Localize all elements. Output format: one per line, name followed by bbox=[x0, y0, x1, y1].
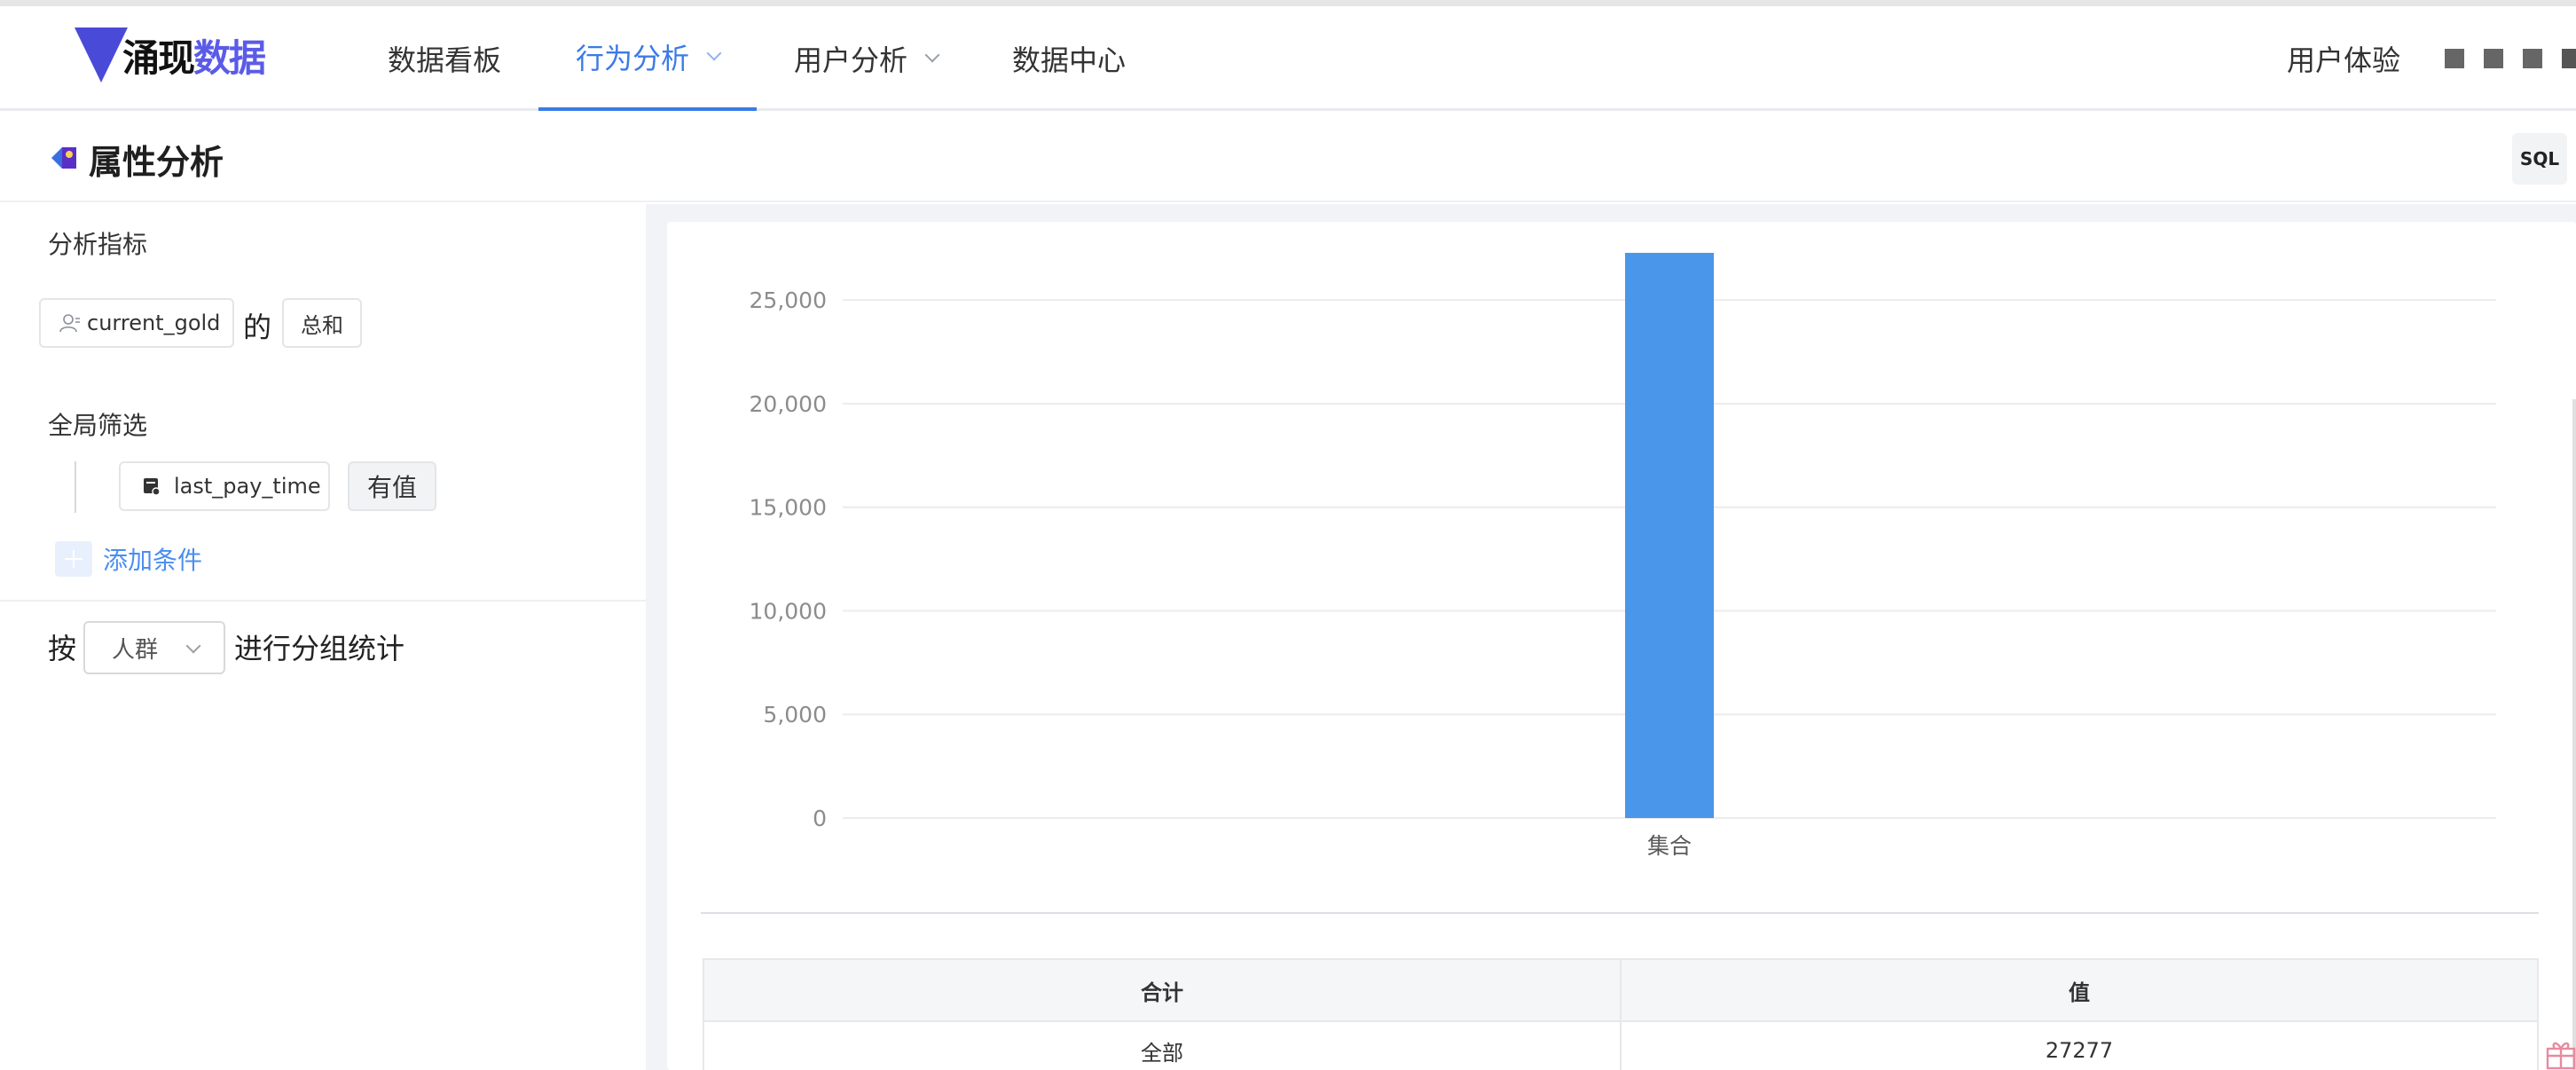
group-by-select[interactable]: 人群 bbox=[83, 621, 225, 674]
square-icon[interactable] bbox=[2445, 49, 2464, 68]
nav-behavior-analysis[interactable]: 行为分析 bbox=[538, 6, 758, 111]
attribute-tag-icon bbox=[51, 147, 76, 169]
app-logo[interactable]: 涌现数据 bbox=[75, 24, 266, 86]
bar-chart: 0 5,000 10,000 15,000 20,000 25,000 集合 bbox=[750, 253, 2496, 859]
top-header: 涌现数据 数据看板 行为分析 用户分析 数据中心 用户体验 bbox=[0, 6, 2576, 111]
metric-field-tag[interactable]: current_gold bbox=[39, 298, 234, 348]
logo-text: 涌现数据 bbox=[122, 35, 266, 80]
y-tick-label: 25,000 bbox=[750, 287, 827, 313]
square-icon[interactable] bbox=[2523, 49, 2542, 68]
nav-dashboard[interactable]: 数据看板 bbox=[350, 6, 538, 111]
filter-operator-tag[interactable]: 有值 bbox=[348, 461, 436, 511]
filter-group-line bbox=[75, 461, 76, 513]
header-right: 用户体验 bbox=[2287, 6, 2576, 111]
y-tick-label: 0 bbox=[813, 806, 827, 831]
table-header-cell: 值 bbox=[1620, 960, 2537, 1022]
y-tick-label: 10,000 bbox=[750, 598, 827, 624]
logo-v-mark bbox=[75, 28, 128, 83]
result-table: 合计 值 全部 27277 bbox=[703, 958, 2539, 1070]
chevron-down-icon bbox=[924, 47, 940, 63]
group-suffix-text: 进行分组统计 bbox=[234, 632, 405, 665]
main-nav: 数据看板 行为分析 用户分析 数据中心 bbox=[350, 6, 1163, 111]
page-title-bar: 属性分析 SQL bbox=[0, 114, 2576, 202]
square-icon[interactable] bbox=[2484, 49, 2503, 68]
table-header-row: 合计 值 bbox=[704, 960, 2537, 1022]
table-row: 全部 27277 bbox=[704, 1022, 2537, 1070]
filter-field-tag[interactable]: last_pay_time bbox=[119, 461, 330, 511]
metric-of-text: 的 bbox=[243, 311, 272, 344]
square-icon[interactable] bbox=[2562, 49, 2576, 68]
section-divider bbox=[0, 600, 646, 602]
user-attribute-icon bbox=[59, 314, 80, 333]
time-field-icon bbox=[144, 478, 161, 496]
plus-icon bbox=[55, 541, 92, 577]
y-tick-label: 20,000 bbox=[750, 391, 827, 417]
user-experience-link[interactable]: 用户体验 bbox=[2287, 38, 2400, 79]
nav-data-center[interactable]: 数据中心 bbox=[975, 6, 1163, 111]
gift-icon[interactable] bbox=[2546, 1036, 2576, 1070]
y-tick-label: 5,000 bbox=[763, 702, 827, 728]
metric-section-label: 分析指标 bbox=[48, 230, 148, 259]
filter-section-label: 全局筛选 bbox=[48, 411, 148, 440]
chevron-down-icon bbox=[185, 638, 201, 654]
chevron-down-icon bbox=[706, 45, 722, 61]
add-condition-button[interactable]: 添加条件 bbox=[55, 541, 202, 577]
y-tick-label: 15,000 bbox=[750, 495, 827, 521]
table-cell: 27277 bbox=[1620, 1022, 2537, 1070]
top-border bbox=[0, 0, 2576, 6]
sql-button[interactable]: SQL bbox=[2512, 133, 2567, 185]
table-cell: 全部 bbox=[704, 1022, 1620, 1070]
page-title: 属性分析 bbox=[89, 143, 224, 182]
table-header-cell: 合计 bbox=[704, 960, 1620, 1022]
aggregation-tag[interactable]: 总和 bbox=[282, 298, 362, 348]
group-prefix-text: 按 bbox=[48, 632, 77, 665]
query-panel: 分析指标 current_gold 的 总和 全局筛选 last_pay_tim… bbox=[0, 204, 646, 1070]
scrollbar[interactable] bbox=[2572, 399, 2576, 1070]
chart-bar bbox=[1625, 253, 1714, 818]
x-tick-label: 集合 bbox=[1647, 833, 1692, 859]
nav-user-analysis[interactable]: 用户分析 bbox=[757, 6, 975, 111]
chart-table-divider bbox=[701, 912, 2539, 914]
